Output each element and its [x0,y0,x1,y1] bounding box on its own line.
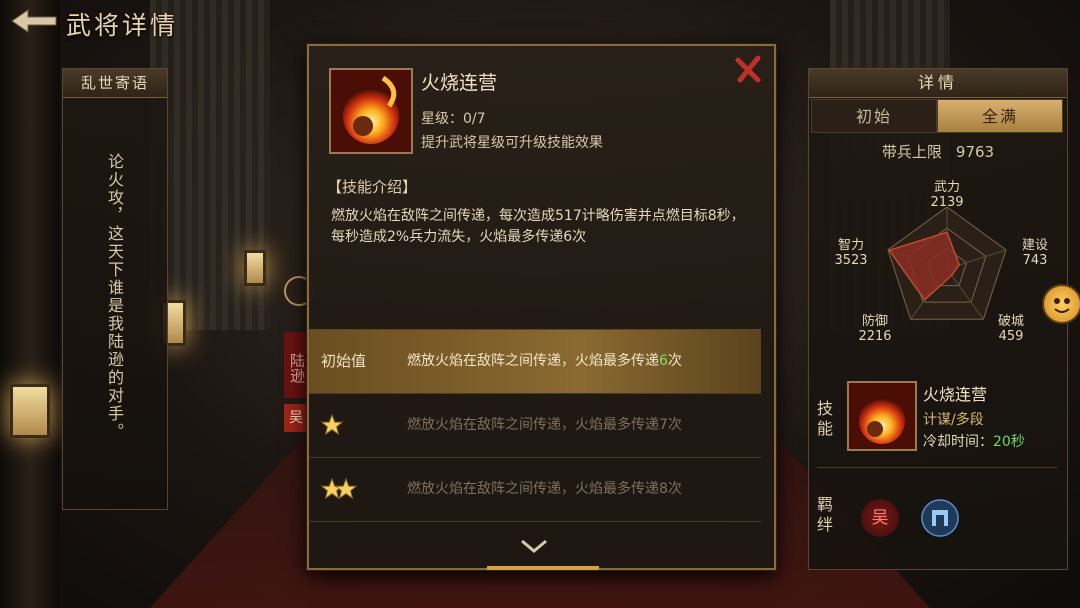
row-text: 燃放火焰在敌阵之间传递，火焰最多传递7次 [407,417,682,433]
stat-radar-chart: 武力 2139 建设 743 破城 459 防御 2216 智力 3523 [834,180,1048,344]
row-label: 初始值 [321,352,367,370]
close-icon[interactable] [734,54,764,84]
pillar [0,0,60,608]
lantern [244,250,266,286]
section-heading: 【技能介绍】 [327,178,418,196]
skill-section-label: 技能 [817,399,834,438]
bond-section-label: 羁绊 [817,495,834,534]
skill-detail-modal: 火烧连营 星级：0/7 提升武将星级可升级技能效果 【技能介绍】 燃放火焰在敌阵… [307,44,776,570]
cooldown-value: 20秒 [993,434,1025,450]
top-bar: 武将详情 [0,0,300,46]
stat-value-force: 2139 [930,195,963,210]
hero-name-vertical: 陆逊 [284,332,308,398]
stat-value-build: 743 [1023,253,1048,268]
tab-initial[interactable]: 初始 [811,99,937,133]
tab-full[interactable]: 全满 [937,99,1063,133]
poem-header: 乱世寄语 [63,69,167,98]
back-arrow-icon[interactable] [10,6,58,36]
row-text: 燃放火焰在敌阵之间传递，火焰最多传递6次 [407,353,682,369]
bond-faction-wu-icon[interactable]: 吴 [861,499,899,537]
troop-limit-label: 带兵上限 [881,143,942,161]
star-rating [321,478,357,500]
star-icon [321,414,343,436]
stat-label-defense: 防御 [862,313,888,329]
bottom-accent [487,566,599,570]
stat-label-siege: 破城 [998,314,1024,329]
equipped-skill-type: 计谋/多段 [923,412,984,428]
bond-gate-icon[interactable] [921,499,959,537]
stat-tabs: 初始 全满 [811,99,1063,133]
page-title: 武将详情 [66,11,179,40]
star-level: 星级：0/7 [421,111,486,127]
faction-badge: 吴 [284,404,308,432]
details-header: 详情 [809,69,1067,98]
star-upgrade-hint: 提升武将星级可升级技能效果 [421,135,603,151]
poem-panel: 乱世寄语 论火攻，这天下谁是我陆逊的对手。 [62,68,168,510]
poem-text: 论火攻，这天下谁是我陆逊的对手。 [105,153,124,441]
lantern [10,384,50,438]
equipped-skill-name: 火烧连营 [923,385,988,404]
skill-name: 火烧连营 [421,72,498,94]
skill-description: 燃放火焰在敌阵之间传递，每次造成517计略伤害并点燃目标8秒，每秒造成2%兵力流… [331,208,745,245]
stat-label-force: 武力 [934,180,960,195]
stat-value-intellect: 3523 [834,253,867,268]
stat-label-build: 建设 [1022,238,1048,253]
troop-limit-value: 9763 [955,143,995,161]
stat-label-intellect: 智力 [838,238,864,253]
star-rating [321,414,343,436]
chevron-down-icon[interactable] [519,538,549,554]
highlight-value: 6 [659,353,668,369]
divider [817,467,1057,468]
upgrade-levels-list: 初始值 燃放火焰在敌阵之间传递，火焰最多传递6次 燃放火焰在敌阵之间传递，火焰最… [309,330,761,522]
upgrade-row-2-star[interactable]: 燃放火焰在敌阵之间传递，火焰最多传递8次 [309,458,761,522]
fireball-skill-icon [329,68,413,154]
upgrade-row-1-star[interactable]: 燃放火焰在敌阵之间传递，火焰最多传递7次 [309,394,761,458]
stat-value-siege: 459 [999,329,1024,344]
row-text: 燃放火焰在敌阵之间传递，火焰最多传递8次 [407,481,682,497]
troop-limit: 带兵上限 9763 [809,141,1067,162]
upgrade-row-initial[interactable]: 初始值 燃放火焰在敌阵之间传递，火焰最多传递6次 [309,330,761,394]
star-icon [335,478,357,500]
emoji-chat-icon[interactable] [1042,284,1080,324]
stat-value-defense: 2216 [858,329,891,344]
details-panel: 详情 初始 全满 带兵上限 9763 武力 2139 建设 743 破城 459 … [808,68,1068,570]
fireball-skill-icon[interactable] [847,381,917,451]
skill-cooldown: 冷却时间：20秒 [923,434,1025,450]
